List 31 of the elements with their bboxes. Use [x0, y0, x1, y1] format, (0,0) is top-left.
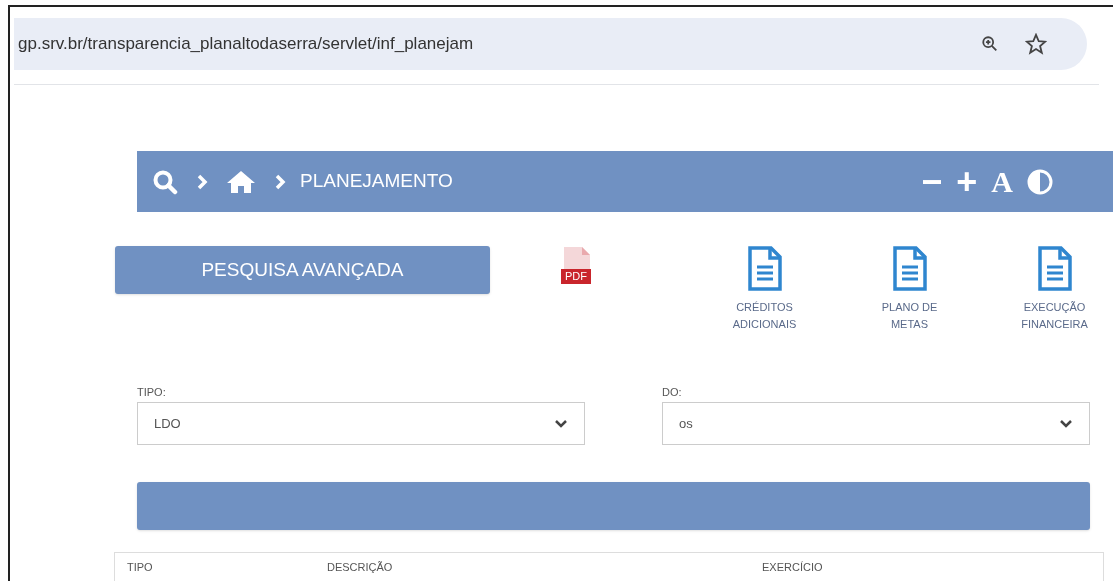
- column-header: DESCRIÇÃO: [327, 560, 394, 575]
- advanced-search-button[interactable]: PESQUISA AVANÇADA: [115, 246, 490, 294]
- document-link[interactable]: CRÉDITOS ADICIONAIS: [732, 299, 797, 333]
- chevron-icon: [196, 173, 208, 190]
- select-field[interactable]: LDO: [137, 402, 585, 445]
- column-header: TIPO: [127, 560, 154, 575]
- address-bar[interactable]: gp.srv.br/transparencia_planaltodaserra/servlet/inf_planejam: [14, 18, 1087, 70]
- column-header: EXERCÍCIO: [762, 560, 824, 575]
- field-label: TIPO:: [137, 385, 167, 398]
- chevron-icon: [274, 173, 286, 190]
- home-icon[interactable]: [226, 168, 256, 195]
- document-icon[interactable]: [892, 246, 927, 291]
- search-icon[interactable]: [152, 168, 178, 195]
- pdf-badge[interactable]: PDF: [560, 269, 591, 284]
- breadcrumb-label[interactable]: PLANEJAMENTO: [300, 167, 453, 196]
- file-icon[interactable]: [561, 247, 590, 269]
- url-text: gp.srv.br/transparencia_planaltodaserra/servlet/inf_planejam: [17, 33, 475, 56]
- document-link[interactable]: EXECUÇÃO FINANCEIRA: [1021, 299, 1088, 333]
- document-icon[interactable]: [747, 246, 782, 291]
- zoom-icon[interactable]: [981, 35, 999, 53]
- select-field[interactable]: os: [662, 402, 1090, 445]
- contrast-icon[interactable]: [1027, 168, 1053, 195]
- document-link[interactable]: PLANO DE METAS: [881, 299, 938, 333]
- dropdown-icon: [1059, 418, 1073, 429]
- zoom-button[interactable]: −: [921, 163, 943, 200]
- field-label: DO:: [662, 385, 683, 398]
- bookmark-star-icon[interactable]: [1025, 33, 1047, 55]
- zoom-button[interactable]: +: [956, 163, 978, 200]
- dropdown-icon: [554, 418, 568, 429]
- font-size-button[interactable]: A: [991, 166, 1013, 197]
- document-icon[interactable]: [1037, 246, 1072, 291]
